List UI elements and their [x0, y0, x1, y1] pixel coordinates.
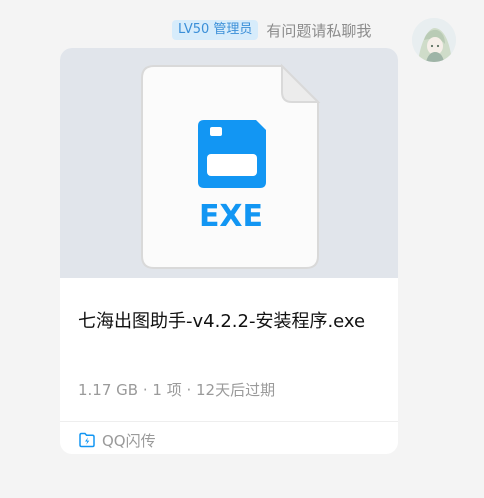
avatar-image-icon [412, 18, 456, 62]
card-divider [60, 421, 398, 422]
file-name: 七海出图助手-v4.2.2-安装程序.exe [78, 311, 366, 332]
exe-file-icon: EXE [141, 63, 321, 269]
file-card[interactable]: EXE 七海出图助手-v4.2.2-安装程序.exe 1.17 GB · 1 项… [60, 48, 398, 454]
flash-transfer-icon [79, 432, 95, 448]
level-badge: LV50 管理员 [172, 20, 259, 40]
source-footer[interactable]: QQ闪传 [78, 430, 156, 450]
sender-row: LV50 管理员 有问题请私聊我 [172, 18, 371, 42]
file-extension-label: EXE [199, 199, 263, 234]
sender-name[interactable]: 有问题请私聊我 [266, 20, 371, 41]
source-label: QQ闪传 [102, 431, 156, 450]
avatar[interactable] [412, 18, 456, 62]
file-preview[interactable]: EXE [60, 48, 398, 278]
file-meta: 1.17 GB · 1 项 · 12天后过期 [78, 381, 276, 399]
